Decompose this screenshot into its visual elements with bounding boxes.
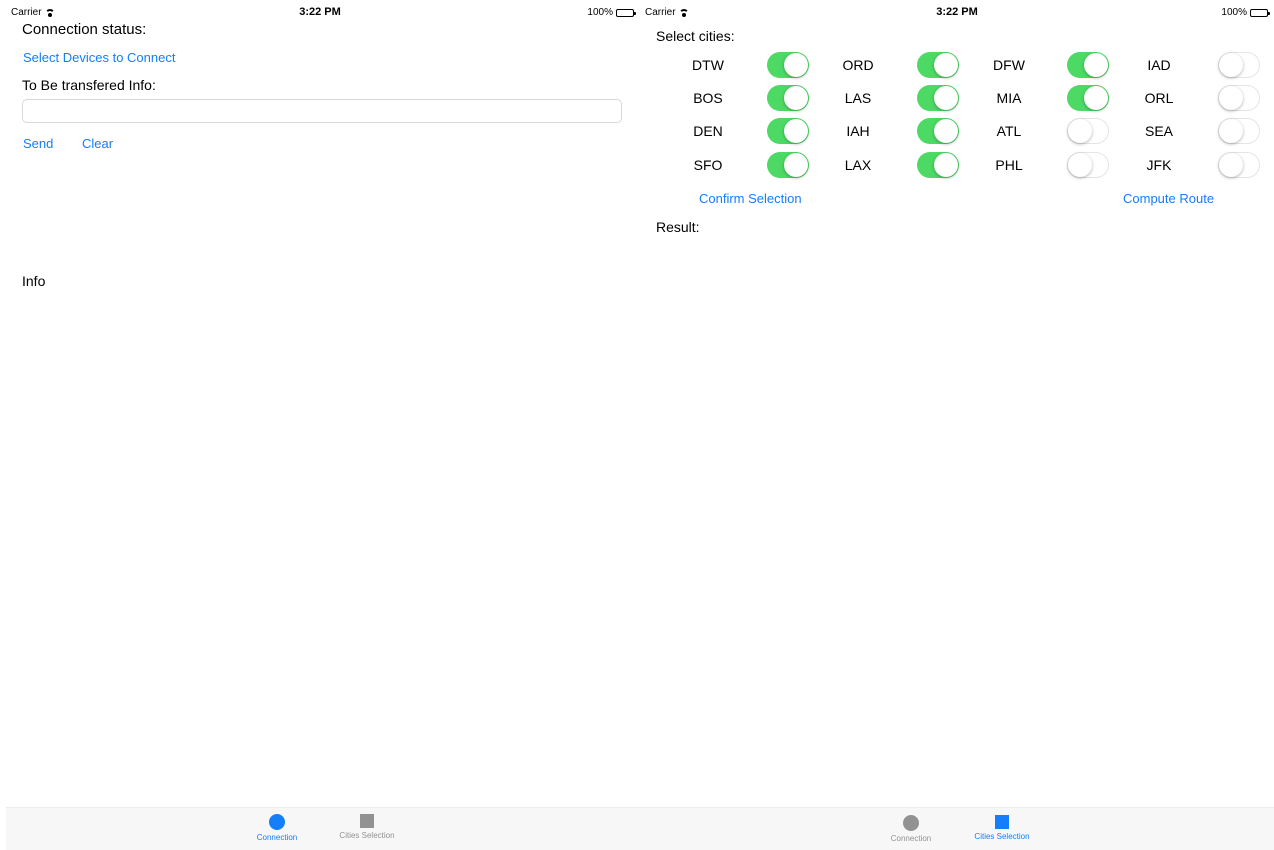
circle-icon (269, 814, 285, 830)
select-devices-link[interactable]: Select Devices to Connect (23, 50, 175, 65)
city-toggle-las[interactable] (917, 85, 959, 111)
info-label: Info (22, 273, 46, 289)
toggle-knob (1219, 53, 1243, 77)
city-code-label: MIA (996, 90, 1022, 106)
city-code-label: ORL (1144, 90, 1174, 106)
city-toggle-iad[interactable] (1218, 52, 1260, 78)
city-toggle-iah[interactable] (917, 118, 959, 144)
city-code-label: DTW (692, 57, 724, 73)
city-code-label: ORD (842, 57, 874, 73)
select-cities-label: Select cities: (656, 28, 735, 44)
city-toggle-sfo[interactable] (767, 152, 809, 178)
transfer-info-label: To Be transfered Info: (22, 77, 156, 93)
circle-icon (903, 815, 919, 831)
city-toggle-bos[interactable] (767, 85, 809, 111)
city-code-label: ATL (996, 123, 1022, 139)
toggle-knob (934, 153, 958, 177)
tab-label: Connection (256, 833, 298, 842)
tab-connection[interactable]: Connection (232, 814, 322, 842)
toggle-knob (784, 153, 808, 177)
square-icon (995, 815, 1009, 829)
city-toggle-lax[interactable] (917, 152, 959, 178)
toggle-knob (1084, 53, 1108, 77)
city-toggle-phl[interactable] (1067, 152, 1109, 178)
toggle-knob (1219, 119, 1243, 143)
city-toggle-ord[interactable] (917, 52, 959, 78)
toggle-knob (784, 86, 808, 110)
status-time: 3:22 PM (936, 6, 978, 18)
toggle-knob (934, 86, 958, 110)
city-toggle-dtw[interactable] (767, 52, 809, 78)
toggle-knob (934, 119, 958, 143)
city-code-label: IAH (846, 123, 870, 139)
transfer-info-field[interactable] (22, 99, 622, 123)
transfer-info-input[interactable] (23, 100, 621, 122)
tab-connection[interactable]: Connection (866, 815, 956, 843)
toggle-knob (1219, 153, 1243, 177)
toggle-knob (1068, 119, 1092, 143)
battery-percent: 100% (587, 7, 613, 18)
tab-bar: Connection Cities Selection (640, 807, 1274, 850)
city-toggle-orl[interactable] (1218, 85, 1260, 111)
tab-bar: Connection Cities Selection (6, 807, 640, 850)
battery-icon (616, 8, 636, 17)
city-code-label: DFW (993, 57, 1025, 73)
compute-route-button[interactable]: Compute Route (1123, 191, 1214, 206)
city-toggle-mia[interactable] (1067, 85, 1109, 111)
city-toggle-sea[interactable] (1218, 118, 1260, 144)
tab-cities-selection[interactable]: Cities Selection (322, 814, 412, 840)
city-toggle-atl[interactable] (1067, 118, 1109, 144)
city-code-label: PHL (995, 157, 1023, 173)
battery-icon (1250, 8, 1270, 17)
send-button[interactable]: Send (23, 136, 53, 151)
toggle-knob (784, 53, 808, 77)
status-bar: Carrier 3:22 PM 100% (640, 0, 1274, 22)
toggle-knob (784, 119, 808, 143)
tab-label: Cities Selection (974, 832, 1030, 841)
city-code-label: LAS (844, 90, 872, 106)
city-code-label: BOS (693, 90, 723, 106)
tab-label: Connection (890, 834, 932, 843)
city-code-label: SFO (693, 157, 723, 173)
city-code-label: IAD (1147, 57, 1171, 73)
connection-screen: Carrier 3:22 PM 100% Connection status: … (0, 0, 640, 850)
tab-label: Cities Selection (339, 831, 395, 840)
city-toggle-jfk[interactable] (1218, 152, 1260, 178)
confirm-selection-button[interactable]: Confirm Selection (699, 191, 802, 206)
result-label: Result: (656, 219, 700, 235)
city-code-label: SEA (1144, 123, 1173, 139)
city-code-label: LAX (844, 157, 872, 173)
city-toggle-dfw[interactable] (1067, 52, 1109, 78)
square-icon (360, 814, 374, 828)
status-bar: Carrier 3:22 PM 100% (0, 0, 640, 22)
toggle-knob (1219, 86, 1243, 110)
city-code-label: DEN (693, 123, 723, 139)
toggle-knob (934, 53, 958, 77)
connection-status-label: Connection status: (22, 21, 147, 38)
battery-percent: 100% (1221, 7, 1247, 18)
city-toggle-den[interactable] (767, 118, 809, 144)
toggle-knob (1084, 86, 1108, 110)
cities-selection-screen: Carrier 3:22 PM 100% Select cities: DTW O… (640, 0, 1274, 850)
clear-button[interactable]: Clear (82, 136, 113, 151)
toggle-knob (1068, 153, 1092, 177)
status-time: 3:22 PM (299, 6, 341, 18)
tab-cities-selection[interactable]: Cities Selection (957, 815, 1047, 841)
city-code-label: JFK (1146, 157, 1172, 173)
